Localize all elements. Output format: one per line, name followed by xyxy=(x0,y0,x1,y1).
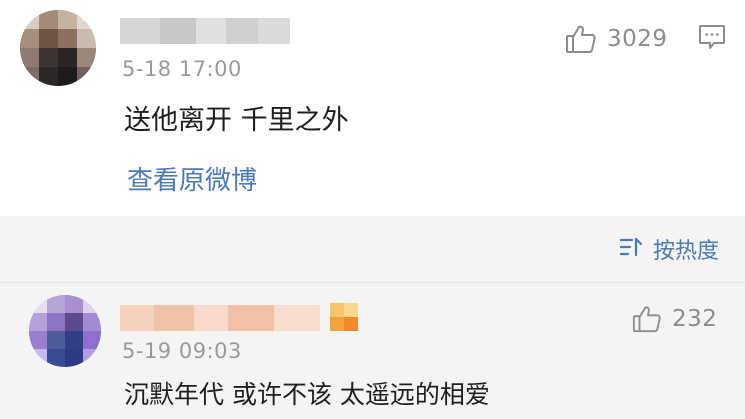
post-card: 5-18 17:00 3029 送他离开 千里之外 查看原微博 xyxy=(0,0,745,216)
comment-item: 5-19 09:03 232 沉默年代 或许不该 太遥远的相爱 xyxy=(0,283,745,419)
thumbs-up-icon xyxy=(632,304,662,334)
post-author-name-blurred[interactable] xyxy=(120,18,290,44)
comment-author-name-blurred[interactable] xyxy=(120,305,320,331)
post-like-button[interactable]: 3029 xyxy=(565,22,668,56)
post-text: 送他离开 千里之外 xyxy=(124,105,349,136)
comment-text: 沉默年代 或许不该 太遥远的相爱 xyxy=(124,380,490,409)
comment-like-button[interactable]: 232 xyxy=(632,302,717,336)
thumbs-up-icon xyxy=(565,23,597,55)
comment-icon[interactable] xyxy=(697,22,727,56)
view-original-weibo-link[interactable]: 查看原微博 xyxy=(127,160,257,197)
comment-time: 5-19 09:03 xyxy=(122,339,242,363)
post-like-count: 3029 xyxy=(607,26,668,52)
comment-like-count: 232 xyxy=(672,306,718,332)
sort-icon xyxy=(619,236,643,262)
post-author-avatar[interactable] xyxy=(20,10,96,86)
post-time: 5-18 17:00 xyxy=(122,57,242,81)
sort-bar: 按热度 xyxy=(0,216,745,282)
member-badge-icon xyxy=(330,303,358,331)
sort-by-hot-button[interactable]: 按热度 xyxy=(619,233,719,265)
sort-label: 按热度 xyxy=(652,239,719,264)
comment-author-avatar[interactable] xyxy=(29,295,101,367)
